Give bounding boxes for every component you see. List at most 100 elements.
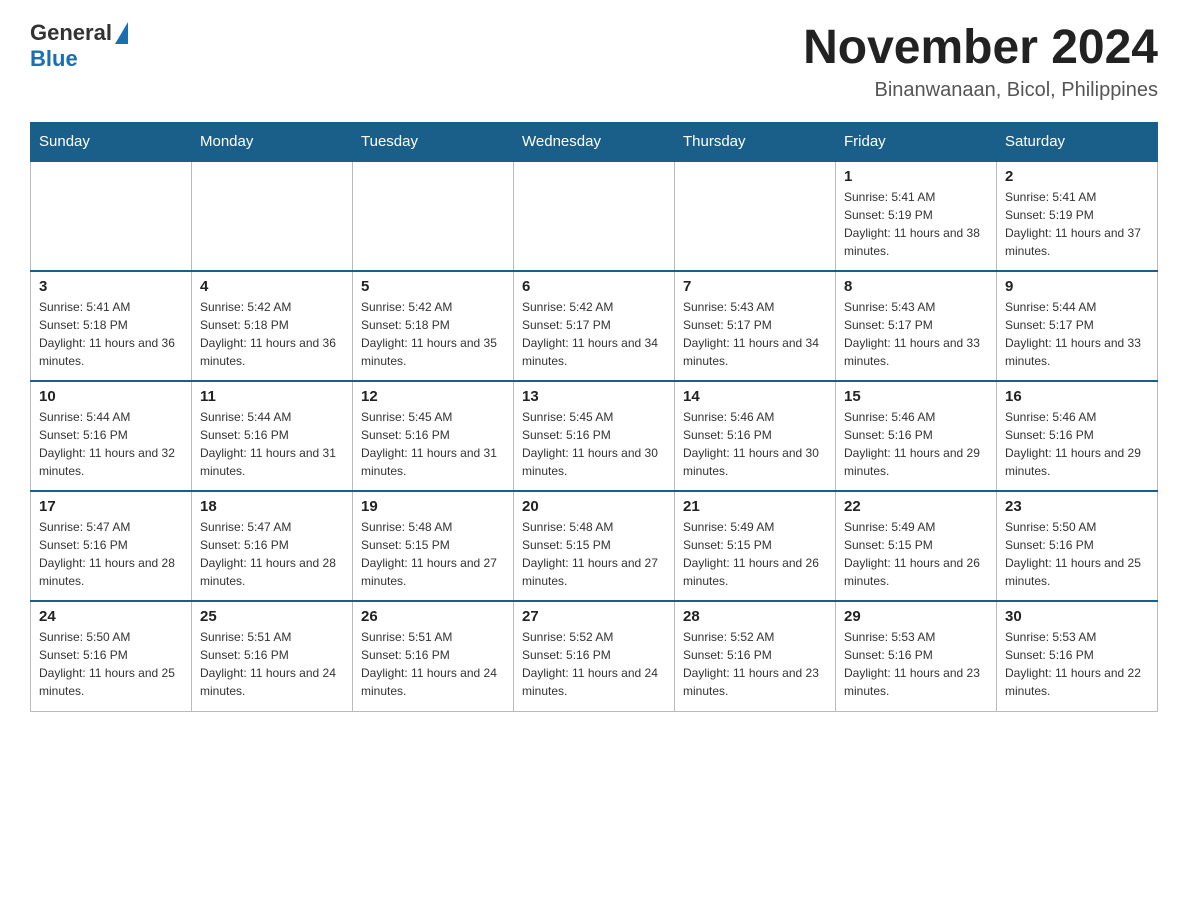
- day-info: Sunrise: 5:43 AMSunset: 5:17 PMDaylight:…: [683, 298, 827, 370]
- calendar-cell: 22Sunrise: 5:49 AMSunset: 5:15 PMDayligh…: [836, 491, 997, 601]
- day-info: Sunrise: 5:46 AMSunset: 5:16 PMDaylight:…: [1005, 408, 1149, 480]
- day-number: 21: [683, 498, 827, 515]
- day-number: 9: [1005, 278, 1149, 295]
- calendar-cell: 30Sunrise: 5:53 AMSunset: 5:16 PMDayligh…: [997, 601, 1158, 711]
- day-info: Sunrise: 5:41 AMSunset: 5:19 PMDaylight:…: [1005, 188, 1149, 260]
- week-row-5: 24 Sunrise: 5:50 AMSunset: 5:16 PMDayligh…: [31, 601, 1158, 711]
- calendar-cell: 12 Sunrise: 5:45 AMSunset: 5:16 PMDayligh…: [353, 381, 514, 491]
- day-info: Sunrise: 5:50 AMSunset: 5:16 PMDaylight:…: [1005, 518, 1149, 590]
- calendar-cell: 18Sunrise: 5:47 AMSunset: 5:16 PMDayligh…: [192, 491, 353, 601]
- logo-blue-text: Blue: [30, 46, 78, 72]
- day-number: 13: [522, 388, 666, 405]
- day-number: 2: [1005, 168, 1149, 185]
- day-info: Sunrise: 5:41 AMSunset: 5:19 PMDaylight:…: [844, 188, 988, 260]
- day-number: 12: [361, 388, 505, 405]
- calendar-cell: 16 Sunrise: 5:46 AMSunset: 5:16 PMDayligh…: [997, 381, 1158, 491]
- week-row-1: 1 Sunrise: 5:41 AMSunset: 5:19 PMDaylight…: [31, 161, 1158, 271]
- header: General Blue November 2024 Binanwanaan, …: [30, 20, 1158, 102]
- calendar-cell: 10 Sunrise: 5:44 AMSunset: 5:16 PMDayligh…: [31, 381, 192, 491]
- day-number: 23: [1005, 498, 1149, 515]
- day-info: Sunrise: 5:44 AMSunset: 5:16 PMDaylight:…: [39, 408, 183, 480]
- day-info: Sunrise: 5:50 AMSunset: 5:16 PMDaylight:…: [39, 628, 183, 700]
- day-info: Sunrise: 5:41 AMSunset: 5:18 PMDaylight:…: [39, 298, 183, 370]
- day-info: Sunrise: 5:52 AMSunset: 5:16 PMDaylight:…: [683, 628, 827, 700]
- calendar-cell: [192, 161, 353, 271]
- week-row-2: 3 Sunrise: 5:41 AMSunset: 5:18 PMDaylight…: [31, 271, 1158, 381]
- day-number: 19: [361, 498, 505, 515]
- day-info: Sunrise: 5:46 AMSunset: 5:16 PMDaylight:…: [683, 408, 827, 480]
- day-number: 1: [844, 168, 988, 185]
- day-info: Sunrise: 5:53 AMSunset: 5:16 PMDaylight:…: [844, 628, 988, 700]
- day-info: Sunrise: 5:51 AMSunset: 5:16 PMDaylight:…: [361, 628, 505, 700]
- calendar-cell: 11Sunrise: 5:44 AMSunset: 5:16 PMDayligh…: [192, 381, 353, 491]
- calendar-cell: [353, 161, 514, 271]
- day-info: Sunrise: 5:45 AMSunset: 5:16 PMDaylight:…: [361, 408, 505, 480]
- calendar-title: November 2024: [803, 20, 1158, 75]
- week-row-4: 17 Sunrise: 5:47 AMSunset: 5:16 PMDayligh…: [31, 491, 1158, 601]
- calendar-cell: 6Sunrise: 5:42 AMSunset: 5:17 PMDaylight…: [514, 271, 675, 381]
- day-info: Sunrise: 5:49 AMSunset: 5:15 PMDaylight:…: [844, 518, 988, 590]
- day-info: Sunrise: 5:45 AMSunset: 5:16 PMDaylight:…: [522, 408, 666, 480]
- day-info: Sunrise: 5:42 AMSunset: 5:18 PMDaylight:…: [361, 298, 505, 370]
- day-number: 16: [1005, 388, 1149, 405]
- calendar-cell: 28 Sunrise: 5:52 AMSunset: 5:16 PMDayligh…: [675, 601, 836, 711]
- day-info: Sunrise: 5:48 AMSunset: 5:15 PMDaylight:…: [522, 518, 666, 590]
- weekday-header-thursday: Thursday: [675, 123, 836, 162]
- day-number: 17: [39, 498, 183, 515]
- calendar-cell: 7 Sunrise: 5:43 AMSunset: 5:17 PMDaylight…: [675, 271, 836, 381]
- day-number: 18: [200, 498, 344, 515]
- weekday-header-sunday: Sunday: [31, 123, 192, 162]
- day-info: Sunrise: 5:51 AMSunset: 5:16 PMDaylight:…: [200, 628, 344, 700]
- logo-triangle-icon: [115, 22, 128, 44]
- calendar-cell: 26 Sunrise: 5:51 AMSunset: 5:16 PMDayligh…: [353, 601, 514, 711]
- calendar-cell: 14 Sunrise: 5:46 AMSunset: 5:16 PMDayligh…: [675, 381, 836, 491]
- logo: General Blue: [30, 20, 128, 72]
- calendar-cell: 17 Sunrise: 5:47 AMSunset: 5:16 PMDayligh…: [31, 491, 192, 601]
- calendar-cell: 2 Sunrise: 5:41 AMSunset: 5:19 PMDaylight…: [997, 161, 1158, 271]
- calendar-cell: [675, 161, 836, 271]
- calendar-cell: 25 Sunrise: 5:51 AMSunset: 5:16 PMDayligh…: [192, 601, 353, 711]
- weekday-header-friday: Friday: [836, 123, 997, 162]
- calendar-cell: 15 Sunrise: 5:46 AMSunset: 5:16 PMDayligh…: [836, 381, 997, 491]
- day-info: Sunrise: 5:49 AMSunset: 5:15 PMDaylight:…: [683, 518, 827, 590]
- calendar-cell: 23 Sunrise: 5:50 AMSunset: 5:16 PMDayligh…: [997, 491, 1158, 601]
- day-number: 24: [39, 608, 183, 625]
- calendar-cell: 21 Sunrise: 5:49 AMSunset: 5:15 PMDayligh…: [675, 491, 836, 601]
- calendar-cell: 27Sunrise: 5:52 AMSunset: 5:16 PMDayligh…: [514, 601, 675, 711]
- day-number: 11: [200, 388, 344, 405]
- calendar-cell: 29 Sunrise: 5:53 AMSunset: 5:16 PMDayligh…: [836, 601, 997, 711]
- day-number: 28: [683, 608, 827, 625]
- logo-general-text: General: [30, 20, 112, 46]
- day-number: 15: [844, 388, 988, 405]
- day-number: 3: [39, 278, 183, 295]
- day-number: 27: [522, 608, 666, 625]
- day-info: Sunrise: 5:42 AMSunset: 5:18 PMDaylight:…: [200, 298, 344, 370]
- week-row-3: 10 Sunrise: 5:44 AMSunset: 5:16 PMDayligh…: [31, 381, 1158, 491]
- day-number: 20: [522, 498, 666, 515]
- day-number: 10: [39, 388, 183, 405]
- calendar-cell: 19 Sunrise: 5:48 AMSunset: 5:15 PMDayligh…: [353, 491, 514, 601]
- calendar-table: SundayMondayTuesdayWednesdayThursdayFrid…: [30, 122, 1158, 712]
- day-number: 7: [683, 278, 827, 295]
- calendar-cell: [31, 161, 192, 271]
- title-area: November 2024 Binanwanaan, Bicol, Philip…: [803, 20, 1158, 102]
- calendar-cell: 1 Sunrise: 5:41 AMSunset: 5:19 PMDaylight…: [836, 161, 997, 271]
- calendar-cell: 24 Sunrise: 5:50 AMSunset: 5:16 PMDayligh…: [31, 601, 192, 711]
- day-info: Sunrise: 5:47 AMSunset: 5:16 PMDaylight:…: [39, 518, 183, 590]
- weekday-header-row: SundayMondayTuesdayWednesdayThursdayFrid…: [31, 123, 1158, 162]
- day-number: 29: [844, 608, 988, 625]
- day-info: Sunrise: 5:46 AMSunset: 5:16 PMDaylight:…: [844, 408, 988, 480]
- calendar-subtitle: Binanwanaan, Bicol, Philippines: [803, 79, 1158, 102]
- weekday-header-wednesday: Wednesday: [514, 123, 675, 162]
- day-number: 30: [1005, 608, 1149, 625]
- day-info: Sunrise: 5:43 AMSunset: 5:17 PMDaylight:…: [844, 298, 988, 370]
- day-number: 14: [683, 388, 827, 405]
- day-number: 5: [361, 278, 505, 295]
- day-info: Sunrise: 5:48 AMSunset: 5:15 PMDaylight:…: [361, 518, 505, 590]
- calendar-cell: 9Sunrise: 5:44 AMSunset: 5:17 PMDaylight…: [997, 271, 1158, 381]
- day-number: 26: [361, 608, 505, 625]
- day-number: 4: [200, 278, 344, 295]
- calendar-cell: 13 Sunrise: 5:45 AMSunset: 5:16 PMDayligh…: [514, 381, 675, 491]
- day-number: 25: [200, 608, 344, 625]
- calendar-cell: 4 Sunrise: 5:42 AMSunset: 5:18 PMDaylight…: [192, 271, 353, 381]
